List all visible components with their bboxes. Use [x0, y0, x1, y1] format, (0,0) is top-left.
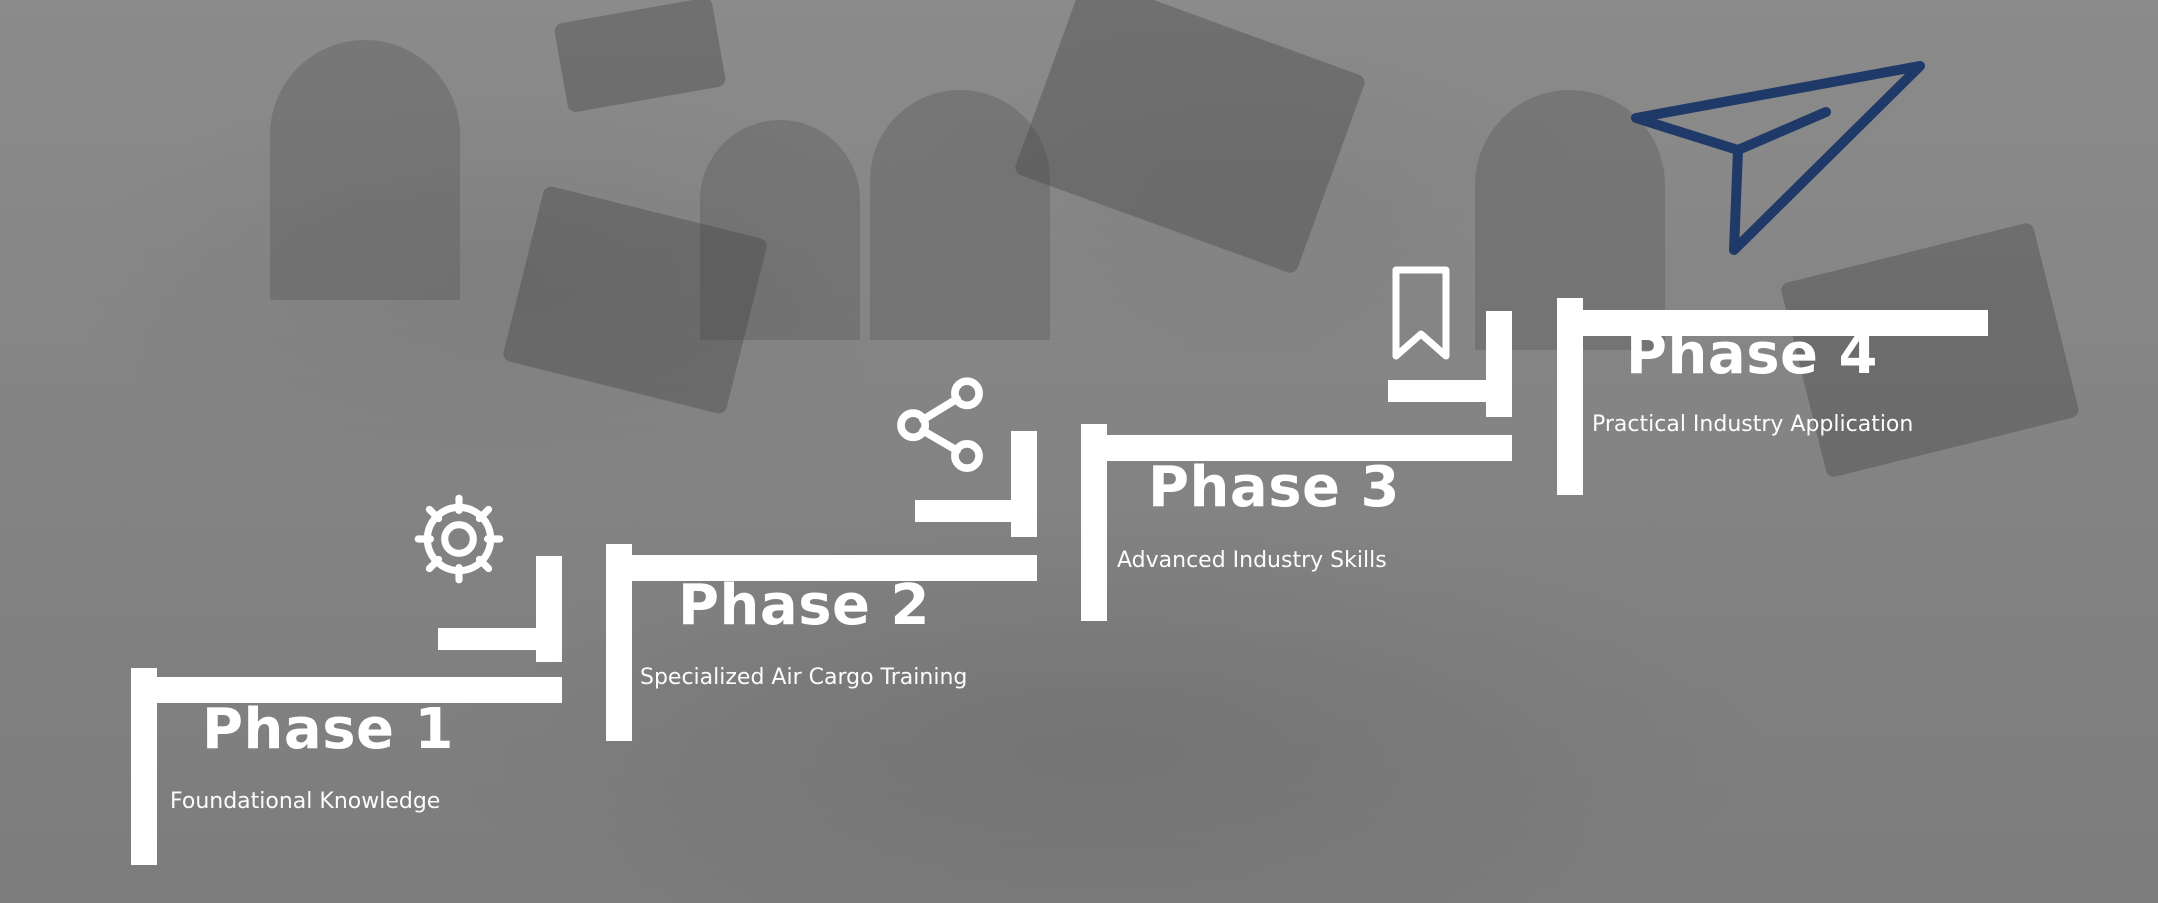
paper-plane-icon	[1630, 60, 1930, 260]
phase-3-subtitle: Advanced Industry Skills	[1117, 548, 1387, 573]
phase-1-right-riser	[536, 556, 562, 662]
phase-3-right-riser	[1486, 311, 1512, 417]
phase-1-subtitle: Foundational Knowledge	[170, 789, 441, 814]
phase-1-icon-base	[438, 628, 536, 650]
phase-2-right-riser	[1011, 431, 1037, 537]
phase-2-icon-base	[915, 500, 1011, 522]
bookmark-icon	[1388, 264, 1454, 364]
phase-2-title: Phase 2	[678, 573, 930, 638]
phase-2-subtitle: Specialized Air Cargo Training	[640, 665, 968, 690]
phase-3-icon-base	[1388, 380, 1486, 402]
phase-4-subtitle: Practical Industry Application	[1592, 412, 1914, 437]
share-icon	[890, 368, 1000, 478]
gear-icon	[408, 488, 510, 590]
phase-3-title: Phase 3	[1148, 455, 1400, 520]
phase-4-title: Phase 4	[1626, 322, 1878, 387]
phase-1-title: Phase 1	[202, 697, 454, 762]
